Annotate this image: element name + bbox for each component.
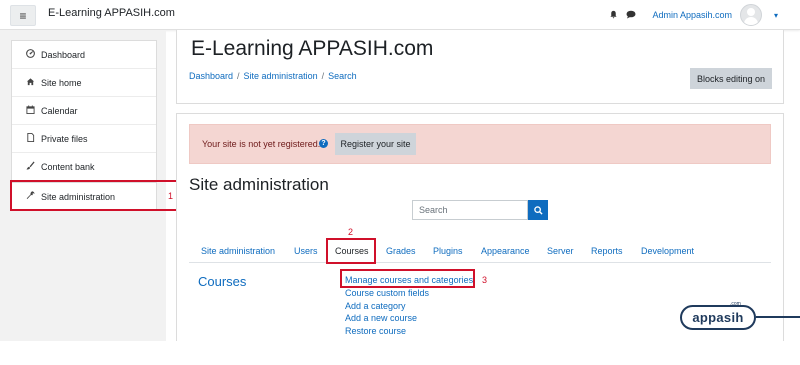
register-site-button[interactable]: Register your site bbox=[335, 133, 416, 155]
footer-strip bbox=[0, 341, 800, 365]
link-restore-course[interactable]: Restore course bbox=[345, 325, 473, 338]
annotation-box-3 bbox=[340, 269, 475, 288]
sidebar-nav-block: Dashboard Site home Calendar Private fil… bbox=[11, 40, 157, 181]
logo-subtext: .com bbox=[730, 301, 741, 307]
annotation-number-2: 2 bbox=[348, 227, 354, 237]
chat-icon[interactable] bbox=[626, 10, 636, 21]
annotation-box-2 bbox=[326, 238, 376, 264]
breadcrumb-separator: / bbox=[321, 71, 325, 81]
page-title: E-Learning APPASIH.com bbox=[191, 37, 434, 60]
section-title: Site administration bbox=[189, 175, 329, 194]
logo-text: appasih bbox=[692, 310, 744, 325]
tab-server[interactable]: Server bbox=[547, 246, 574, 256]
tab-site-administration[interactable]: Site administration bbox=[201, 246, 275, 256]
link-course-custom-fields[interactable]: Course custom fields bbox=[345, 287, 473, 300]
user-menu-name[interactable]: Admin Appasih.com bbox=[652, 10, 732, 20]
tab-appearance[interactable]: Appearance bbox=[481, 246, 530, 256]
link-add-category[interactable]: Add a category bbox=[345, 300, 473, 313]
annotation-number-3: 3 bbox=[482, 275, 488, 285]
tab-reports[interactable]: Reports bbox=[591, 246, 623, 256]
navbar-right: Admin Appasih.com ▾ bbox=[609, 4, 778, 26]
hamburger-icon[interactable]: ≡ bbox=[10, 5, 36, 26]
admin-search bbox=[412, 200, 548, 220]
alert-text: Your site is not yet registered. bbox=[202, 139, 321, 149]
appasih-logo: appasih bbox=[680, 305, 756, 330]
link-add-new-course[interactable]: Add a new course bbox=[345, 312, 473, 325]
sidebar-item-label: Dashboard bbox=[41, 49, 86, 60]
avatar[interactable] bbox=[739, 4, 762, 26]
breadcrumb: Dashboard / Site administration / Search bbox=[189, 71, 357, 81]
logo-line bbox=[756, 316, 800, 318]
page-header: E-Learning APPASIH.com Dashboard / Site … bbox=[176, 30, 784, 104]
bell-icon[interactable] bbox=[609, 10, 618, 21]
courses-section-heading: Courses bbox=[198, 274, 247, 289]
admin-tabs: Site administration Users Courses Grades… bbox=[189, 240, 771, 263]
annotation-box-1 bbox=[10, 180, 181, 211]
sidebar-item-dashboard[interactable]: Dashboard bbox=[12, 41, 156, 68]
tab-development[interactable]: Development bbox=[641, 246, 694, 256]
annotation-number-1: 1 bbox=[168, 191, 174, 201]
search-icon bbox=[533, 205, 543, 215]
sidebar-item-label: Calendar bbox=[41, 105, 78, 116]
sidebar-item-label: Site home bbox=[41, 77, 82, 88]
sidebar-item-site-home[interactable]: Site home bbox=[12, 68, 156, 96]
chevron-down-icon[interactable]: ▾ bbox=[774, 11, 778, 20]
search-button[interactable] bbox=[528, 200, 548, 220]
dashboard-icon bbox=[24, 49, 36, 60]
tab-grades[interactable]: Grades bbox=[386, 246, 416, 256]
blocks-editing-button[interactable]: Blocks editing on bbox=[690, 68, 772, 89]
search-input[interactable] bbox=[412, 200, 528, 220]
paint-icon bbox=[24, 161, 36, 172]
breadcrumb-dashboard[interactable]: Dashboard bbox=[189, 71, 233, 81]
calendar-icon bbox=[24, 105, 36, 116]
registration-alert: Your site is not yet registered. ? Regis… bbox=[189, 124, 771, 164]
sidebar-item-label: Private files bbox=[41, 133, 88, 144]
help-icon[interactable]: ? bbox=[319, 139, 328, 148]
breadcrumb-site-administration[interactable]: Site administration bbox=[244, 71, 318, 81]
top-navbar: ≡ E-Learning APPASIH.com Admin Appasih.c… bbox=[0, 0, 800, 30]
breadcrumb-separator: / bbox=[237, 71, 240, 81]
breadcrumb-search[interactable]: Search bbox=[328, 71, 357, 81]
site-brand[interactable]: E-Learning APPASIH.com bbox=[48, 7, 175, 19]
tab-users[interactable]: Users bbox=[294, 246, 318, 256]
tab-plugins[interactable]: Plugins bbox=[433, 246, 463, 256]
sidebar-item-content-bank[interactable]: Content bank bbox=[12, 152, 156, 180]
sidebar-item-calendar[interactable]: Calendar bbox=[12, 96, 156, 124]
sidebar-item-label: Content bank bbox=[41, 161, 95, 172]
file-icon bbox=[24, 133, 36, 144]
sidebar-item-private-files[interactable]: Private files bbox=[12, 124, 156, 152]
home-icon bbox=[24, 77, 36, 88]
